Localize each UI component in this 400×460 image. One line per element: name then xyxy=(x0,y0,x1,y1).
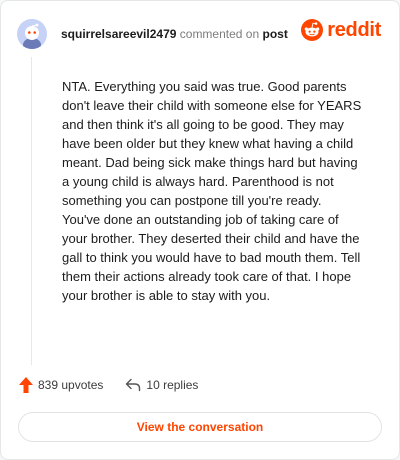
reply-arrow-icon xyxy=(126,378,141,392)
comment-header: squirrelsareevil2479 commented on post xyxy=(61,27,288,41)
upvote-button[interactable]: 839 upvotes xyxy=(19,377,103,393)
upvote-arrow-icon xyxy=(19,377,33,393)
thread-line xyxy=(31,57,32,365)
post-link[interactable]: post xyxy=(263,27,288,41)
username-link[interactable]: squirrelsareevil2479 xyxy=(61,27,176,41)
reddit-brand[interactable]: reddit xyxy=(301,19,381,41)
view-conversation-button[interactable]: View the conversation xyxy=(18,412,382,442)
avatar[interactable] xyxy=(17,19,47,49)
commented-on-text: commented on xyxy=(179,27,260,41)
upvote-count: 839 upvotes xyxy=(38,378,104,392)
comment-actions: 839 upvotes 10 replies xyxy=(19,377,198,393)
reddit-wordmark: reddit xyxy=(327,19,381,41)
reply-count: 10 replies xyxy=(146,378,199,392)
replies-button[interactable]: 10 replies xyxy=(125,378,198,392)
comment-body: NTA. Everything you said was true. Good … xyxy=(62,79,362,303)
comment-card: squirrelsareevil2479 commented on post r… xyxy=(0,0,400,460)
reddit-logo-icon xyxy=(301,19,324,41)
